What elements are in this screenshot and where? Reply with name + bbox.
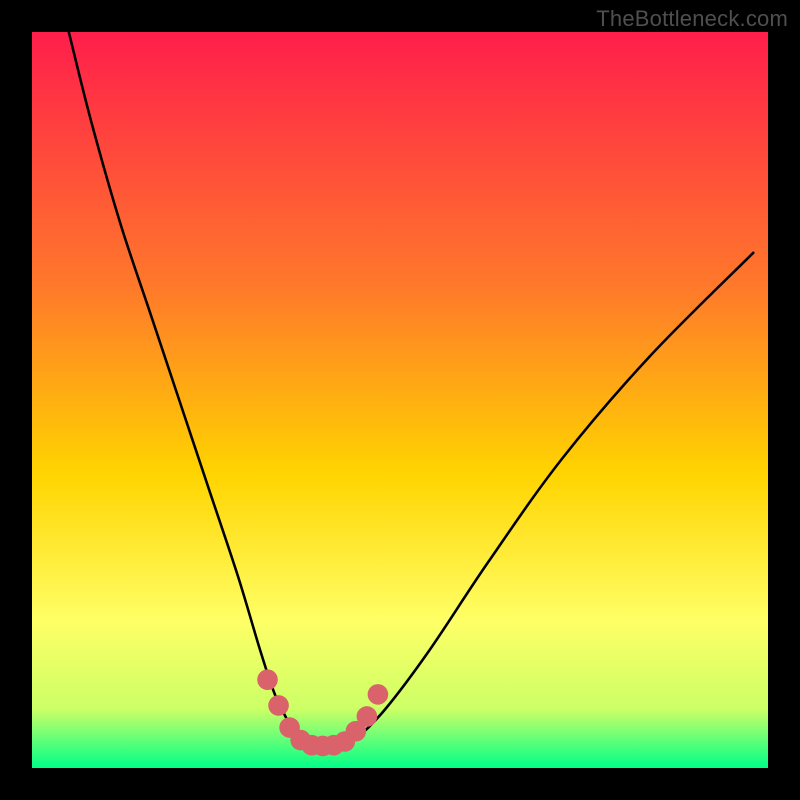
sweet-spot-point — [357, 706, 378, 727]
sweet-spot-point — [257, 669, 278, 690]
curve-layer — [32, 32, 768, 768]
plot-frame — [32, 32, 768, 768]
sweet-spot-point — [268, 695, 289, 716]
bottleneck-curve — [69, 32, 753, 746]
watermark-text: TheBottleneck.com — [596, 6, 788, 32]
sweet-spot-point — [368, 684, 389, 705]
sweet-spot-points — [257, 669, 388, 756]
